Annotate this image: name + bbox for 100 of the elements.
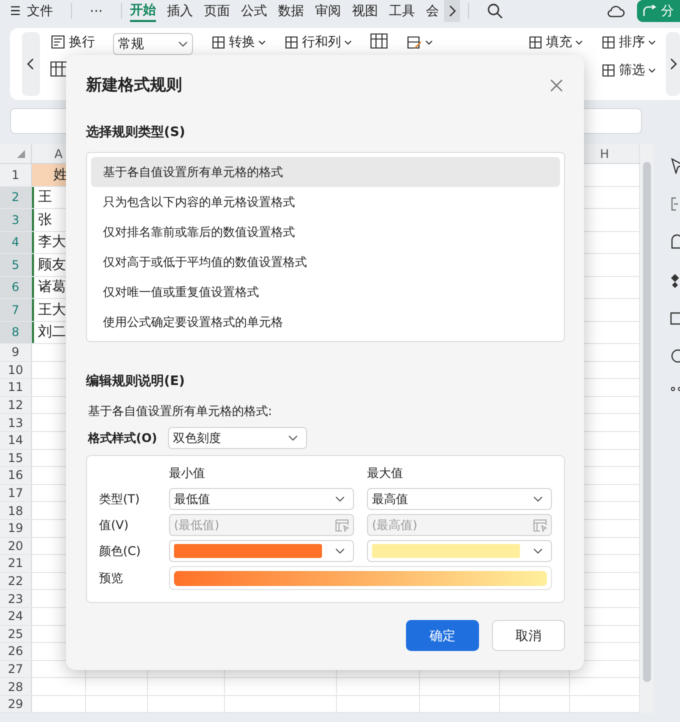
share-button[interactable]: 分 xyxy=(637,0,680,22)
color-label: 颜色(C) xyxy=(99,542,142,560)
column-heading: 最小值 xyxy=(169,466,205,480)
cloud-icon[interactable] xyxy=(607,4,625,18)
number-format-dropdown[interactable]: 常规 xyxy=(113,33,193,55)
ribbon-tab[interactable]: 页面 xyxy=(204,1,230,21)
table-cell: 刘二 xyxy=(38,323,66,342)
row-number[interactable]: 24 xyxy=(0,608,32,624)
row-number[interactable]: 17 xyxy=(0,484,32,502)
type-label: 类型(T) xyxy=(99,490,141,508)
row-number[interactable]: 12 xyxy=(0,396,32,414)
search-icon[interactable] xyxy=(486,3,503,19)
row-number[interactable]: 9 xyxy=(0,344,32,361)
row-number[interactable]: 25 xyxy=(0,626,32,642)
format-style-dropdown[interactable]: 双色刻度 xyxy=(168,427,307,449)
row-number[interactable]: 6 xyxy=(0,276,32,298)
file-menu[interactable]: 文件 xyxy=(26,2,53,20)
ribbon-tab[interactable]: 会 xyxy=(426,1,439,21)
ribbon-menu-button[interactable]: 排序 xyxy=(601,33,656,51)
ribbon-menu-button[interactable]: 转换 xyxy=(211,33,266,51)
row-number[interactable]: 14 xyxy=(0,432,32,449)
rule-type-item[interactable]: 使用公式确定要设置格式的单元格 xyxy=(91,307,560,337)
cursor-icon[interactable] xyxy=(670,158,680,174)
column-header[interactable]: A xyxy=(54,146,63,160)
caret-icon xyxy=(335,496,345,502)
more-button[interactable]: ⋯ xyxy=(90,4,103,18)
row-number[interactable]: 15 xyxy=(0,450,32,466)
caret-icon xyxy=(533,548,543,554)
more-icon[interactable] xyxy=(670,386,680,392)
value-field: (最低值) xyxy=(169,514,354,536)
share-icon xyxy=(643,5,657,17)
row-number[interactable]: 7 xyxy=(0,299,32,320)
tabs-scroll-button[interactable] xyxy=(444,0,460,22)
preview-label: 预览 xyxy=(99,570,124,586)
row-number[interactable]: 28 xyxy=(0,678,32,695)
row-number[interactable]: 23 xyxy=(0,590,32,607)
close-icon[interactable] xyxy=(550,78,563,92)
row-number[interactable]: 21 xyxy=(0,555,32,572)
row-number[interactable]: 19 xyxy=(0,520,32,537)
ribbon-tab[interactable]: 公式 xyxy=(240,1,267,21)
row-number[interactable]: 27 xyxy=(0,660,32,678)
row-number[interactable]: 29 xyxy=(0,696,32,712)
value-field: (最高值) xyxy=(367,514,552,536)
diamond-icon[interactable] xyxy=(670,272,680,288)
table-cell: 张 xyxy=(38,210,52,229)
column-header[interactable]: H xyxy=(600,146,610,160)
row-number[interactable]: 3 xyxy=(0,209,32,230)
ok-button[interactable]: 确定 xyxy=(406,620,479,651)
description-text: 基于各自值设置所有单元格的格式: xyxy=(87,403,274,420)
row-number[interactable]: 18 xyxy=(0,502,32,519)
caret-icon xyxy=(258,40,266,44)
rule-type-item[interactable]: 基于各自值设置所有单元格的格式 xyxy=(91,157,560,187)
ribbon-tab[interactable]: 插入 xyxy=(166,1,193,21)
caret-icon xyxy=(288,435,298,441)
text-lines-icon xyxy=(50,34,66,50)
row-number[interactable]: 11 xyxy=(0,379,32,396)
ribbon-menu-button[interactable]: 填充 xyxy=(528,33,583,51)
ribbon-tab[interactable]: 工具 xyxy=(388,1,415,21)
ribbon-menu-button[interactable]: 行和列 xyxy=(284,33,352,51)
row-number[interactable]: 16 xyxy=(0,467,32,484)
brush-icon xyxy=(406,34,422,50)
row-number[interactable]: 26 xyxy=(0,643,32,660)
row-number[interactable]: 22 xyxy=(0,572,32,590)
table-cell: 姓 xyxy=(54,166,68,184)
row-number[interactable]: 4 xyxy=(0,232,32,253)
grid-icon xyxy=(601,62,616,78)
grid-icon xyxy=(601,34,616,50)
table-icon[interactable] xyxy=(50,61,68,77)
row-number[interactable]: 5 xyxy=(0,254,32,276)
section-title: 选择规则类型(S) xyxy=(86,124,186,141)
caret-icon xyxy=(335,548,345,554)
row-number[interactable]: 8 xyxy=(0,322,32,343)
rule-type-item[interactable]: 只为包含以下内容的单元格设置格式 xyxy=(91,187,560,217)
rule-type-item[interactable]: 仅对唯一值或重复值设置格式 xyxy=(91,277,560,307)
ribbon-tab[interactable]: 视图 xyxy=(352,1,378,21)
rule-type-item[interactable]: 仅对高于或低于平均值的数值设置格式 xyxy=(91,247,560,277)
scrollbar[interactable] xyxy=(640,144,654,714)
grid-icon xyxy=(528,34,543,50)
table-cell: 顾友 xyxy=(38,256,66,274)
rule-type-item[interactable]: 仅对排名靠前或靠后的数值设置格式 xyxy=(91,217,560,247)
row-number[interactable]: 20 xyxy=(0,538,32,554)
wrap-text-button[interactable]: 换行 xyxy=(50,33,95,51)
ribbon-tab[interactable]: 开始 xyxy=(130,0,156,22)
row-number[interactable]: 10 xyxy=(0,362,32,378)
cancel-button[interactable]: 取消 xyxy=(492,620,565,651)
ribbon-menu-button[interactable]: 筛选 xyxy=(601,61,656,79)
color-dropdown[interactable] xyxy=(367,540,552,562)
table-cell: 诸葛 xyxy=(38,278,66,296)
color-dropdown[interactable] xyxy=(169,540,354,562)
row-number[interactable]: 13 xyxy=(0,414,32,431)
ribbon-tab[interactable]: 审阅 xyxy=(314,1,341,21)
menu-icon[interactable]: ☰ xyxy=(10,4,21,18)
grid-icon xyxy=(284,34,299,50)
row-number[interactable]: 2 xyxy=(0,186,32,208)
dialog-title: 新建格式规则 xyxy=(86,74,182,96)
shape-icon[interactable] xyxy=(670,234,680,250)
ribbon-tab[interactable]: 数据 xyxy=(278,1,304,21)
bracket-icon[interactable] xyxy=(670,196,680,212)
table-icon[interactable] xyxy=(370,33,388,49)
row-number[interactable]: 1 xyxy=(0,164,32,186)
